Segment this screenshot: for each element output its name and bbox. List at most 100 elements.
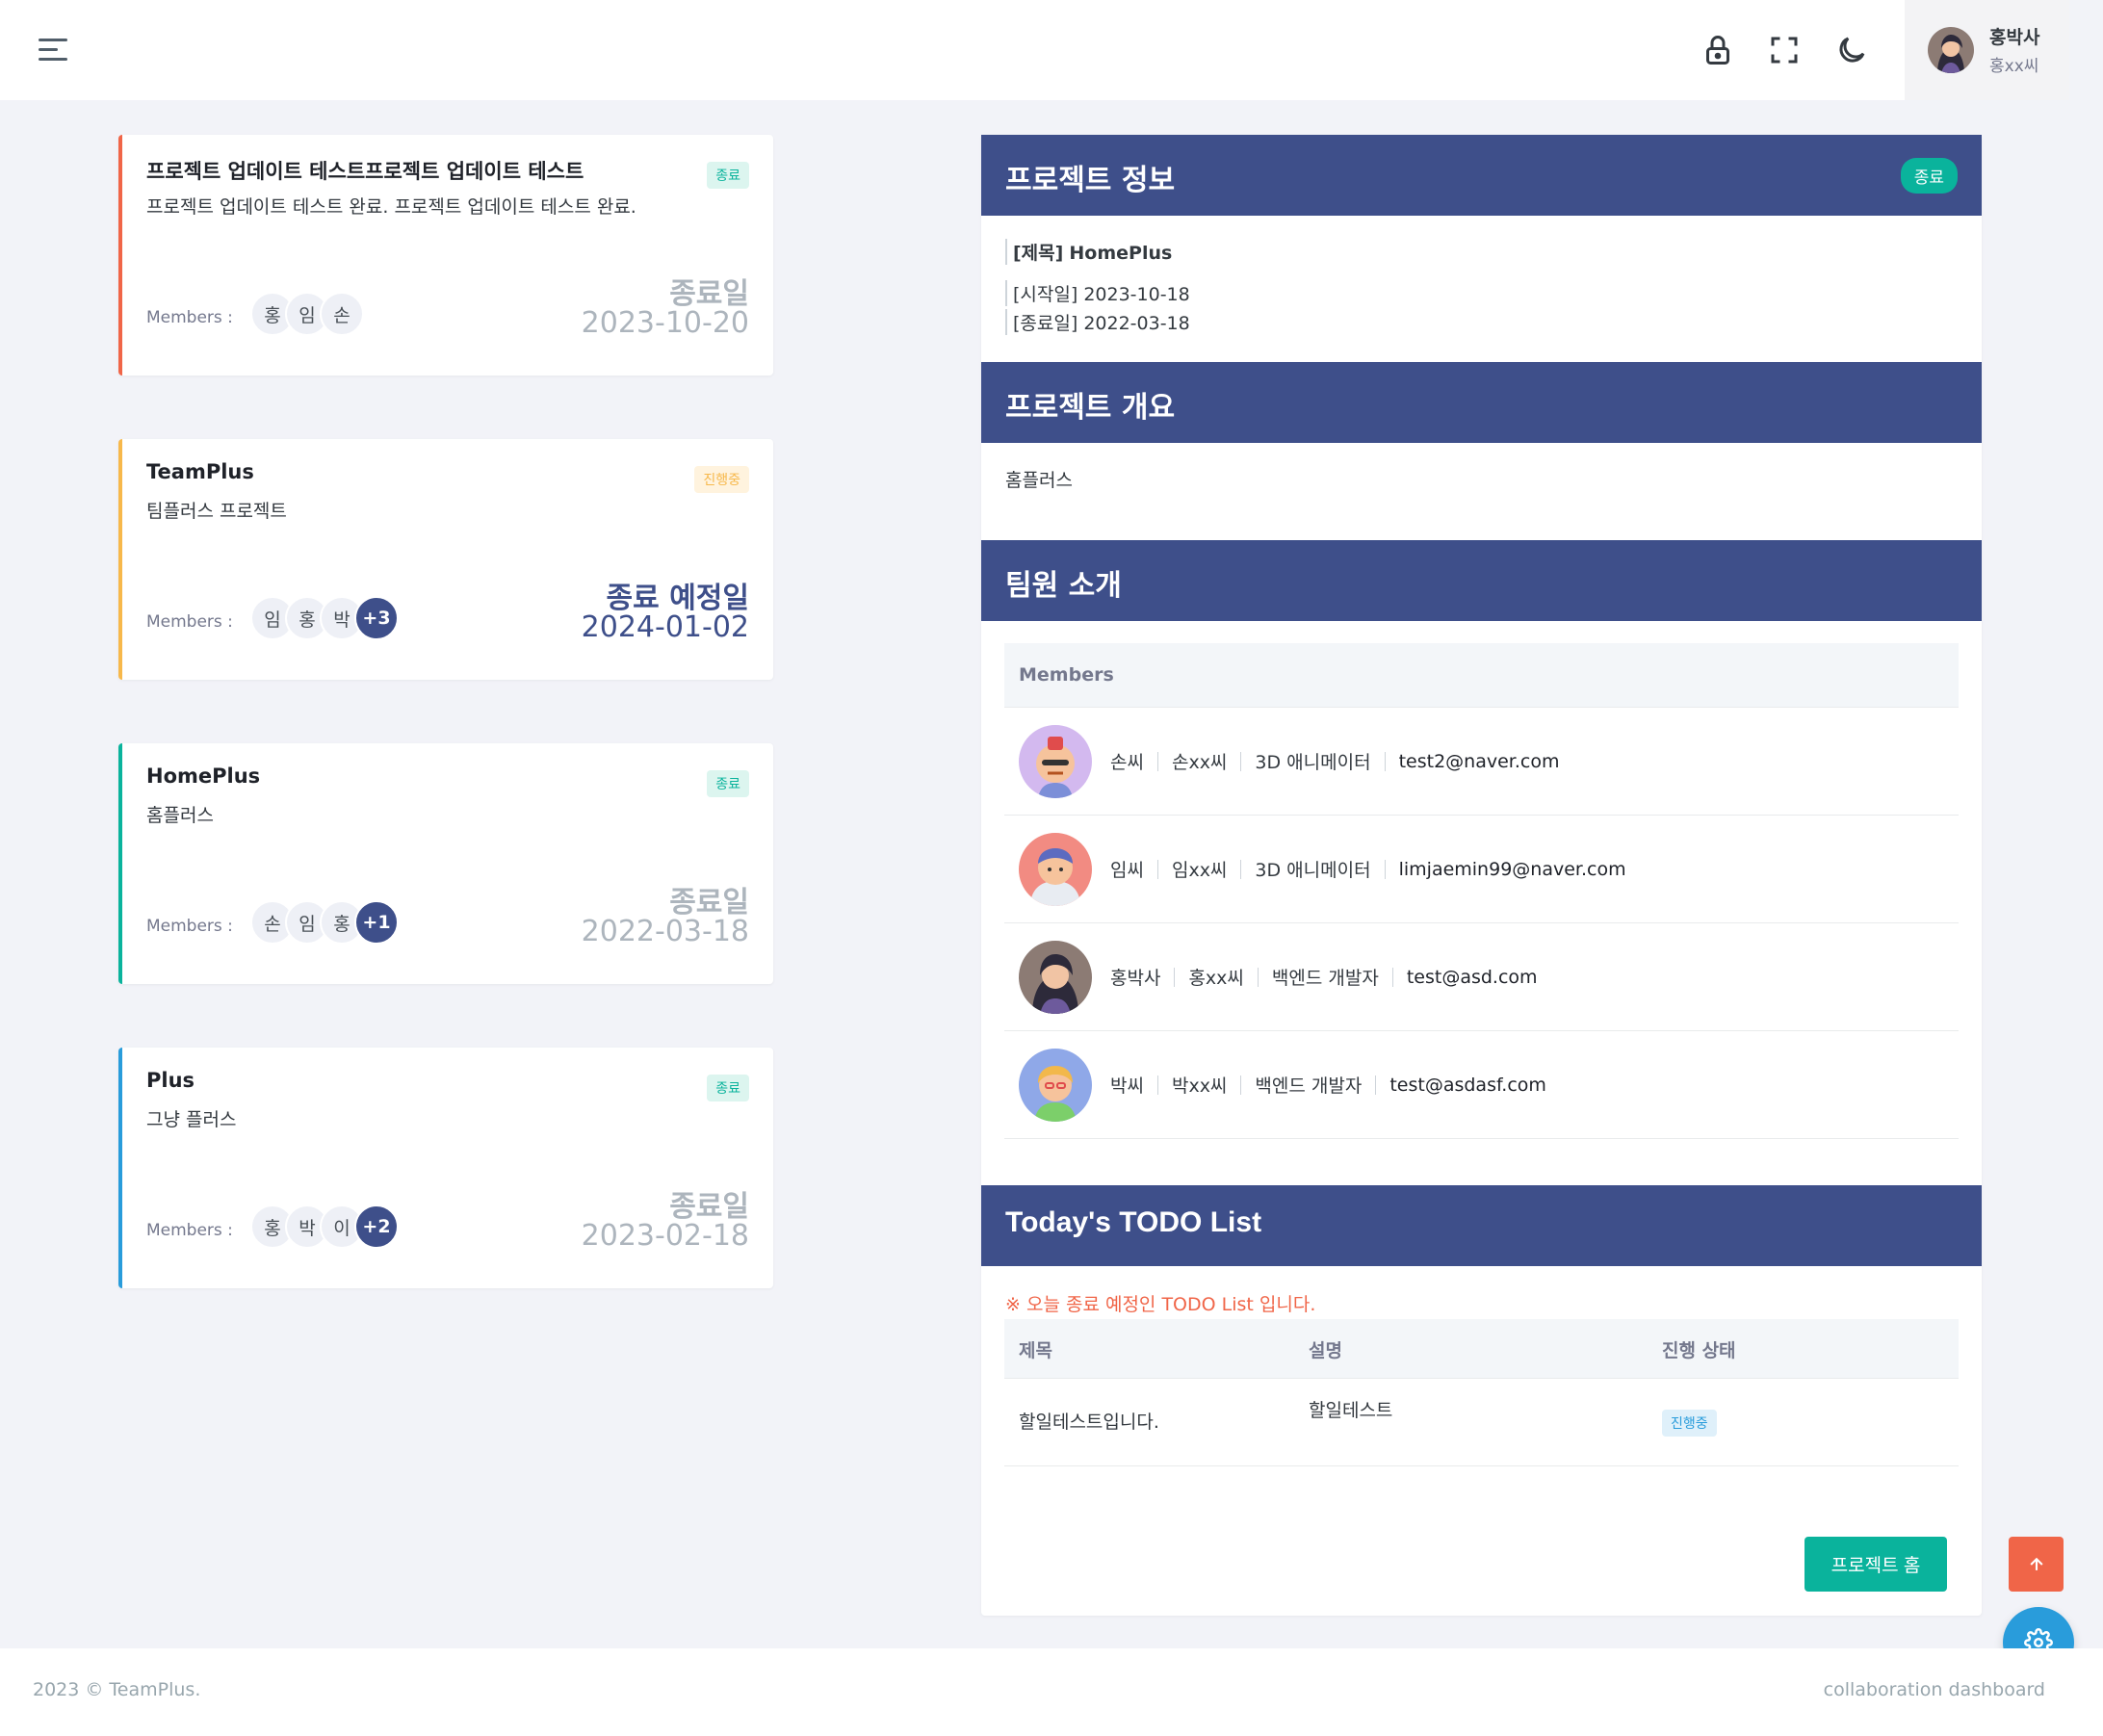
info-end-line: [종료일] 2022-03-18: [1005, 309, 1190, 335]
lock-icon[interactable]: [1701, 33, 1735, 67]
section-title: 프로젝트 개요: [1005, 391, 1176, 425]
member-info: 손씨 손xx씨 3D 애니메이터 test2@naver.com: [1110, 748, 1559, 774]
card-accent-bar: [118, 743, 122, 984]
member-role: 백엔드 개발자: [1271, 968, 1379, 989]
todo-table: 제목 설명 진행 상태 할일테스트입니다. 할일테스트 진행중: [1004, 1319, 1959, 1466]
info-start-value: 2023-10-18: [1083, 284, 1190, 305]
todo-description: 할일테스트: [1309, 1400, 1393, 1421]
member-avatars: 홍 박 이 +2: [250, 1205, 399, 1251]
user-subtitle: 홍xx씨: [1989, 57, 2039, 76]
member-role: 3D 애니메이터: [1255, 752, 1371, 773]
user-menu[interactable]: 홍박사 홍xx씨: [1905, 0, 2069, 100]
arrow-up-icon[interactable]: [2009, 1537, 2064, 1592]
project-detail-panel: 프로젝트 정보 종료 [제목] HomePlus [시작일] 2023-10-1…: [981, 135, 1982, 1616]
members-table: Members 손씨 손xx씨 3D 애니메이터 test2@naver.com…: [1004, 643, 1959, 1139]
info-start-line: [시작일] 2023-10-18: [1005, 280, 1190, 306]
project-description: 팀플러스 프로젝트: [146, 501, 287, 522]
status-badge: 진행중: [1662, 1410, 1717, 1437]
member-email: test@asd.com: [1406, 966, 1538, 988]
info-end-value: 2022-03-18: [1083, 313, 1190, 334]
todo-note: ※ 오늘 종료 예정인 TODO List 입니다.: [1005, 1294, 1316, 1315]
more-members-badge[interactable]: +1: [354, 900, 399, 945]
column-status: 진행 상태: [1662, 1340, 1736, 1361]
member-email: test2@naver.com: [1398, 750, 1560, 772]
status-badge: 종료: [707, 162, 749, 189]
footer-tagline: collaboration dashboard: [1823, 1679, 2045, 1700]
member-info: 홍박사 홍xx씨 백엔드 개발자 test@asd.com: [1110, 964, 1538, 990]
project-title: TeamPlus: [146, 460, 254, 483]
user-name: 홍박사: [1989, 27, 2040, 48]
member-avatars: 홍 임 손: [250, 292, 364, 338]
member-info: 임씨 임xx씨 3D 애니메이터 limjaemin99@naver.com: [1110, 856, 1626, 882]
todo-title: 할일테스트입니다.: [1019, 1412, 1159, 1433]
fullscreen-icon[interactable]: [1767, 33, 1802, 67]
status-badge: 종료: [707, 1075, 749, 1101]
info-title-value: HomePlus: [1069, 243, 1173, 264]
footer-copyright: 2023 © TeamPlus.: [33, 1679, 201, 1700]
project-card[interactable]: Plus 그냥 플러스 종료 Members : 홍 박 이 +2 종료일 20…: [118, 1048, 773, 1288]
menu-icon[interactable]: [39, 39, 69, 62]
table-row: 임씨 임xx씨 3D 애니메이터 limjaemin99@naver.com: [1004, 816, 1959, 923]
member-email: test@asdasf.com: [1389, 1074, 1546, 1096]
moon-icon[interactable]: [1834, 33, 1869, 67]
member-nickname: 손xx씨: [1171, 752, 1228, 773]
project-description: 홈플러스: [146, 805, 214, 826]
section-title: 팀원 소개: [1005, 569, 1122, 603]
project-card[interactable]: TeamPlus 팀플러스 프로젝트 진행중 Members : 임 홍 박 +…: [118, 439, 773, 680]
avatar: [1019, 1049, 1092, 1122]
section-title: 프로젝트 정보: [1005, 164, 1176, 197]
member-name: 홍박사: [1110, 968, 1161, 989]
member-nickname: 홍xx씨: [1188, 968, 1244, 989]
table-row: 홍박사 홍xx씨 백엔드 개발자 test@asd.com: [1004, 923, 1959, 1031]
member-role: 백엔드 개발자: [1255, 1075, 1363, 1097]
project-date: 2022-03-18: [581, 915, 749, 948]
avatar: [1019, 725, 1092, 798]
more-members-badge[interactable]: +3: [354, 596, 399, 640]
card-accent-bar: [118, 439, 122, 680]
members-label: Members :: [146, 612, 233, 632]
info-start-label: [시작일]: [1013, 284, 1078, 305]
status-badge: 진행중: [694, 466, 749, 493]
column-description: 설명: [1309, 1340, 1342, 1361]
more-members-badge[interactable]: +2: [354, 1205, 399, 1249]
overview-text: 홈플러스: [1005, 470, 1073, 491]
project-date: 2023-02-18: [581, 1219, 749, 1253]
info-title-line: [제목] HomePlus: [1005, 239, 1172, 265]
project-title: HomePlus: [146, 764, 261, 788]
avatar: [1019, 833, 1092, 906]
avatar: 손: [320, 292, 364, 336]
table-row[interactable]: 할일테스트입니다. 할일테스트 진행중: [1004, 1379, 1959, 1466]
column-title: 제목: [1019, 1340, 1052, 1361]
team-intro-header: 팀원 소개: [981, 540, 1982, 621]
table-header: Members: [1004, 643, 1959, 708]
avatar: [1928, 27, 1974, 73]
members-label: Members :: [146, 308, 233, 327]
member-avatars: 임 홍 박 +3: [250, 596, 399, 642]
member-nickname: 임xx씨: [1171, 860, 1228, 881]
members-label: Members :: [146, 917, 233, 936]
member-name: 손씨: [1110, 752, 1144, 773]
project-description: 프로젝트 업데이트 테스트 완료. 프로젝트 업데이트 테스트 완료.: [146, 196, 636, 218]
table-row: 손씨 손xx씨 3D 애니메이터 test2@naver.com: [1004, 708, 1959, 816]
project-date: 2023-10-20: [581, 306, 749, 340]
status-badge: 종료: [1900, 158, 1958, 194]
members-label: Members :: [146, 1221, 233, 1240]
project-overview-header: 프로젝트 개요: [981, 362, 1982, 443]
member-name: 임씨: [1110, 860, 1144, 881]
table-row: 박씨 박xx씨 백엔드 개발자 test@asdasf.com: [1004, 1031, 1959, 1139]
member-role: 3D 애니메이터: [1255, 860, 1371, 881]
avatar: [1019, 941, 1092, 1014]
project-card[interactable]: 프로젝트 업데이트 테스트프로젝트 업데이트 테스트 프로젝트 업데이트 테스트…: [118, 135, 773, 376]
card-accent-bar: [118, 1048, 122, 1288]
section-title: Today's TODO List: [1005, 1206, 1262, 1238]
project-card[interactable]: HomePlus 홈플러스 종료 Members : 손 임 홍 +1 종료일 …: [118, 743, 773, 984]
topbar: 홍박사 홍xx씨: [0, 0, 2069, 100]
project-title: Plus: [146, 1069, 195, 1092]
project-home-button[interactable]: 프로젝트 홈: [1804, 1537, 1947, 1592]
project-info-header: 프로젝트 정보 종료: [981, 135, 1982, 216]
project-date: 2024-01-02: [581, 610, 749, 644]
project-description: 그냥 플러스: [146, 1109, 237, 1130]
info-title-label: [제목]: [1013, 243, 1064, 264]
status-badge: 종료: [707, 770, 749, 797]
info-end-label: [종료일]: [1013, 313, 1078, 334]
